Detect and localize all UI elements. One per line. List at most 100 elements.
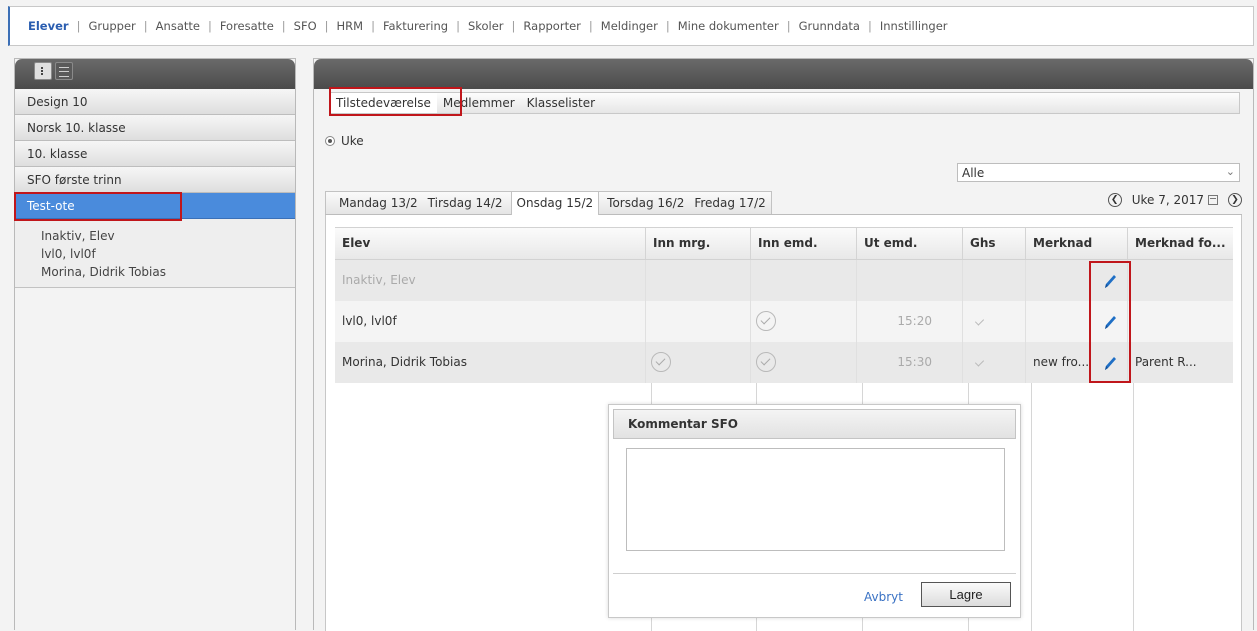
column-header-ghs[interactable]: Ghs <box>963 228 1026 259</box>
tab-tilstedevaerelse[interactable]: Tilstedeværelse <box>330 93 437 113</box>
nav-skoler[interactable]: Skoler <box>468 19 504 33</box>
group-item-design-10[interactable]: Design 10 <box>15 89 295 115</box>
nav-separator: | <box>588 19 593 33</box>
cell-elev: Inaktiv, Elev <box>335 260 646 301</box>
cell-inn-emd[interactable] <box>751 342 857 383</box>
main-tabs: Tilstedeværelse Medlemmer Klasselister <box>329 92 1240 114</box>
student-item[interactable]: Inaktiv, Elev <box>15 227 295 245</box>
column-header-elev[interactable]: Elev <box>335 228 646 259</box>
dialog-divider <box>613 573 1016 574</box>
day-tab-onsdag[interactable]: Onsdag 15/2 <box>510 191 600 215</box>
student-list: Inaktiv, Elev lvl0, lvl0f Morina, Didrik… <box>15 219 295 288</box>
day-tab-fredag[interactable]: Fredag 17/2 <box>689 192 770 214</box>
nav-separator: | <box>76 19 81 33</box>
checkmark-icon[interactable] <box>974 357 985 367</box>
nav-innstillinger[interactable]: Innstillinger <box>880 19 948 33</box>
column-header-inn-emd[interactable]: Inn emd. <box>751 228 857 259</box>
cell-inn-emd[interactable] <box>751 301 857 342</box>
day-tabs: Mandag 13/2 Tirsdag 14/2 Onsdag 15/2 Tor… <box>325 191 1242 215</box>
student-item[interactable]: lvl0, lvl0f <box>15 245 295 263</box>
cell-ut-emd[interactable]: 15:20 <box>857 301 963 342</box>
group-sidebar: Design 10 Norsk 10. klasse 10. klasse SF… <box>14 58 296 630</box>
nav-fakturering[interactable]: Fakturering <box>383 19 448 33</box>
nav-separator: | <box>456 19 460 33</box>
column-header-merknad[interactable]: Merknad <box>1026 228 1128 259</box>
day-tab-torsdag[interactable]: Torsdag 16/2 <box>602 192 689 214</box>
nav-foresatte[interactable]: Foresatte <box>220 19 274 33</box>
calendar-icon[interactable] <box>1208 195 1218 205</box>
cell-inn-mrg[interactable] <box>646 342 751 383</box>
uke-radio[interactable]: Uke <box>325 134 364 148</box>
day-tab-tirsdag[interactable]: Tirsdag 14/2 <box>423 192 508 214</box>
cell-ghs[interactable] <box>963 301 1026 342</box>
nav-sfo[interactable]: SFO <box>294 19 317 33</box>
comment-dialog: Kommentar SFO Avbryt Lagre <box>608 404 1021 618</box>
table-row[interactable]: Morina, Didrik Tobias 15:30 new fro... P… <box>335 342 1233 383</box>
tab-klasselister[interactable]: Klasselister <box>521 93 601 113</box>
nav-grunndata[interactable]: Grunndata <box>799 19 860 33</box>
pencil-edit-icon[interactable] <box>1102 354 1118 372</box>
checkmark-circle-icon[interactable] <box>651 352 671 372</box>
column-header-merknad-fo[interactable]: Merknad fo... <box>1128 228 1233 259</box>
nav-separator: | <box>371 19 375 33</box>
nav-elever[interactable]: Elever <box>28 19 69 33</box>
cancel-link[interactable]: Avbryt <box>864 590 903 604</box>
list-view-icon[interactable] <box>55 62 73 80</box>
table-row[interactable]: Inaktiv, Elev <box>335 260 1233 301</box>
table-header: Elev Inn mrg. Inn emd. Ut emd. Ghs Merkn… <box>335 227 1233 260</box>
nav-meldinger[interactable]: Meldinger <box>601 19 658 33</box>
group-item-norsk-10-klasse[interactable]: Norsk 10. klasse <box>15 115 295 141</box>
cell-ghs[interactable] <box>963 260 1026 301</box>
nav-mine-dokumenter[interactable]: Mine dokumenter <box>678 19 779 33</box>
nav-separator: | <box>867 19 872 33</box>
week-navigation: ❮ Uke 7, 2017 ❯ <box>1107 193 1242 207</box>
checkmark-circle-icon[interactable] <box>756 352 776 372</box>
sidebar-header <box>15 59 295 89</box>
comment-textarea[interactable] <box>626 448 1005 551</box>
nav-grupper[interactable]: Grupper <box>88 19 135 33</box>
cell-inn-mrg[interactable] <box>646 301 751 342</box>
cell-inn-mrg[interactable] <box>646 260 751 301</box>
cell-elev: Morina, Didrik Tobias <box>335 342 646 383</box>
group-item-sfo-forste-trinn[interactable]: SFO første trinn <box>15 167 295 193</box>
nav-separator: | <box>665 19 670 33</box>
next-week-icon[interactable]: ❯ <box>1228 193 1242 207</box>
cell-ghs[interactable] <box>963 342 1026 383</box>
checkmark-circle-icon[interactable] <box>756 311 776 331</box>
radio-button-icon[interactable] <box>325 136 335 146</box>
table-row[interactable]: lvl0, lvl0f 15:20 <box>335 301 1233 342</box>
column-header-ut-emd[interactable]: Ut emd. <box>857 228 963 259</box>
dialog-title: Kommentar SFO <box>613 409 1016 439</box>
grid-view-icon[interactable] <box>34 62 52 80</box>
week-label: Uke 7, 2017 <box>1131 193 1204 207</box>
uke-radio-label: Uke <box>341 134 364 148</box>
cell-inn-emd[interactable] <box>751 260 857 301</box>
column-divider <box>1133 383 1134 631</box>
pencil-edit-icon[interactable] <box>1102 272 1118 290</box>
previous-week-icon[interactable]: ❮ <box>1107 193 1122 207</box>
nav-ansatte[interactable]: Ansatte <box>156 19 200 33</box>
day-tab-mandag[interactable]: Mandag 13/2 <box>334 192 423 214</box>
filter-select-value: Alle <box>962 166 985 180</box>
group-item-test-ote[interactable]: Test-ote <box>15 193 295 219</box>
group-item-10-klasse[interactable]: 10. klasse <box>15 141 295 167</box>
cell-merknad-fo <box>1128 301 1233 342</box>
nav-separator: | <box>207 19 212 33</box>
cell-ut-emd[interactable] <box>857 260 963 301</box>
column-header-inn-mrg[interactable]: Inn mrg. <box>646 228 751 259</box>
pencil-edit-icon[interactable] <box>1102 313 1118 331</box>
chevron-down-icon[interactable]: ⌄ <box>1226 165 1235 178</box>
cell-ut-emd[interactable]: 15:30 <box>857 342 963 383</box>
nav-separator: | <box>324 19 329 33</box>
main-panel-header <box>314 59 1253 89</box>
save-button[interactable]: Lagre <box>921 582 1011 607</box>
nav-separator: | <box>143 19 148 33</box>
cell-merknad-fo: Parent R... <box>1135 355 1197 369</box>
tab-medlemmer[interactable]: Medlemmer <box>437 93 521 113</box>
filter-select[interactable]: Alle ⌄ <box>957 163 1240 182</box>
column-divider <box>1031 383 1032 631</box>
nav-hrm[interactable]: HRM <box>337 19 364 33</box>
checkmark-icon[interactable] <box>974 316 985 326</box>
student-item[interactable]: Morina, Didrik Tobias <box>15 263 295 281</box>
nav-rapporter[interactable]: Rapporter <box>523 19 580 33</box>
